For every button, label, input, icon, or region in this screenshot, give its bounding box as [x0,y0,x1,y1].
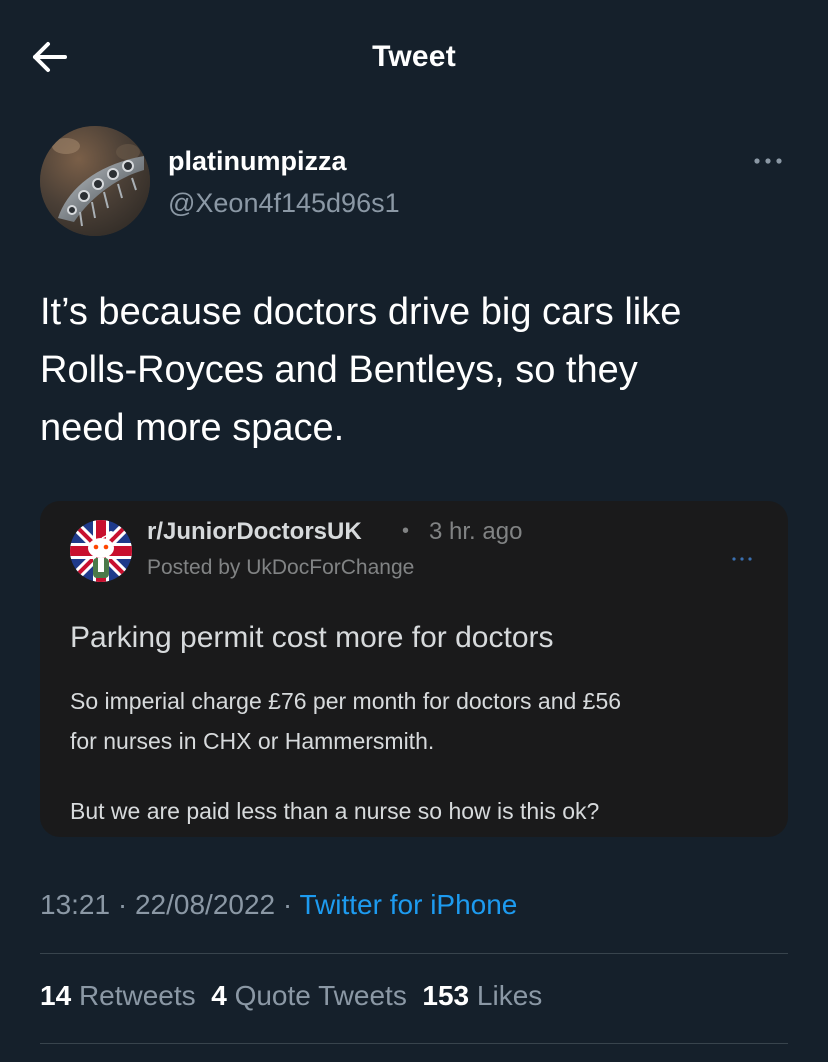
tweet-source-link[interactable]: Twitter for iPhone [300,889,518,920]
meta-separator: • [402,520,410,542]
author-avatar[interactable] [40,126,150,236]
engagement-stats: 14 Retweets 4 Quote Tweets 153 Likes [40,980,542,1012]
quote-tweets-count: 4 [211,980,227,1011]
subreddit-name: r/JuniorDoctorsUK [147,518,362,545]
author-name[interactable]: platinumpizza [168,146,347,177]
tweet-time: 13:21 [40,889,111,920]
quote-tweets-label: Quote Tweets [234,980,407,1011]
retweets-count: 14 [40,980,72,1011]
post-body: So imperial charge £76 per month for doc… [70,681,770,831]
retweets-stat[interactable]: 14 Retweets [40,980,196,1011]
tweet-date: 22/08/2022 [134,889,276,920]
more-horizontal-icon [732,557,752,561]
subreddit-avatar [68,518,134,584]
post-body-line: So imperial charge £76 per month for doc… [70,688,622,714]
post-body-line [70,761,770,791]
likes-label: Likes [476,980,543,1011]
post-more-button [730,551,754,561]
post-title: Parking permit cost more for doctors [70,621,554,654]
quote-tweets-stat[interactable]: 4 Quote Tweets [211,980,407,1011]
tweet-meta: 13:21 · 22/08/2022 · Twitter for iPhone [40,889,517,921]
likes-stat[interactable]: 153 Likes [422,980,542,1011]
meta-separator: · [110,889,135,920]
post-time: 3 hr. ago [429,518,523,545]
more-horizontal-icon [754,158,782,164]
reddit-snoo-union-jack-icon [70,520,132,582]
tweet-text-line: need more space. [40,407,345,449]
avatar-image [40,126,150,236]
retweets-label: Retweets [78,980,196,1011]
tweet-text-line: Rolls-Royces and Bentleys, so they [40,349,638,391]
divider [40,953,788,954]
divider [40,1043,788,1044]
likes-count: 153 [422,980,470,1011]
tweet-detail-page: Tweet platinumpizza @Xeon4f145d96s1 It’s… [0,0,828,1062]
page-title: Tweet [372,40,456,73]
post-body-line: But we are paid less than a nurse so how… [70,798,600,824]
author-handle[interactable]: @Xeon4f145d96s1 [168,188,400,219]
tweet-media-card[interactable]: r/JuniorDoctorsUK • 3 hr. ago Posted by … [40,501,788,837]
posted-by: Posted by UkDocForChange [147,556,415,579]
post-body-line: for nurses in CHX or Hammersmith. [70,728,435,754]
more-options-button[interactable] [748,150,788,172]
meta-separator: · [275,889,300,920]
top-bar: Tweet [0,0,828,115]
tweet-text-line: It’s because doctors drive big cars like [40,291,682,333]
tweet-text: It’s because doctors drive big cars like… [40,283,800,457]
